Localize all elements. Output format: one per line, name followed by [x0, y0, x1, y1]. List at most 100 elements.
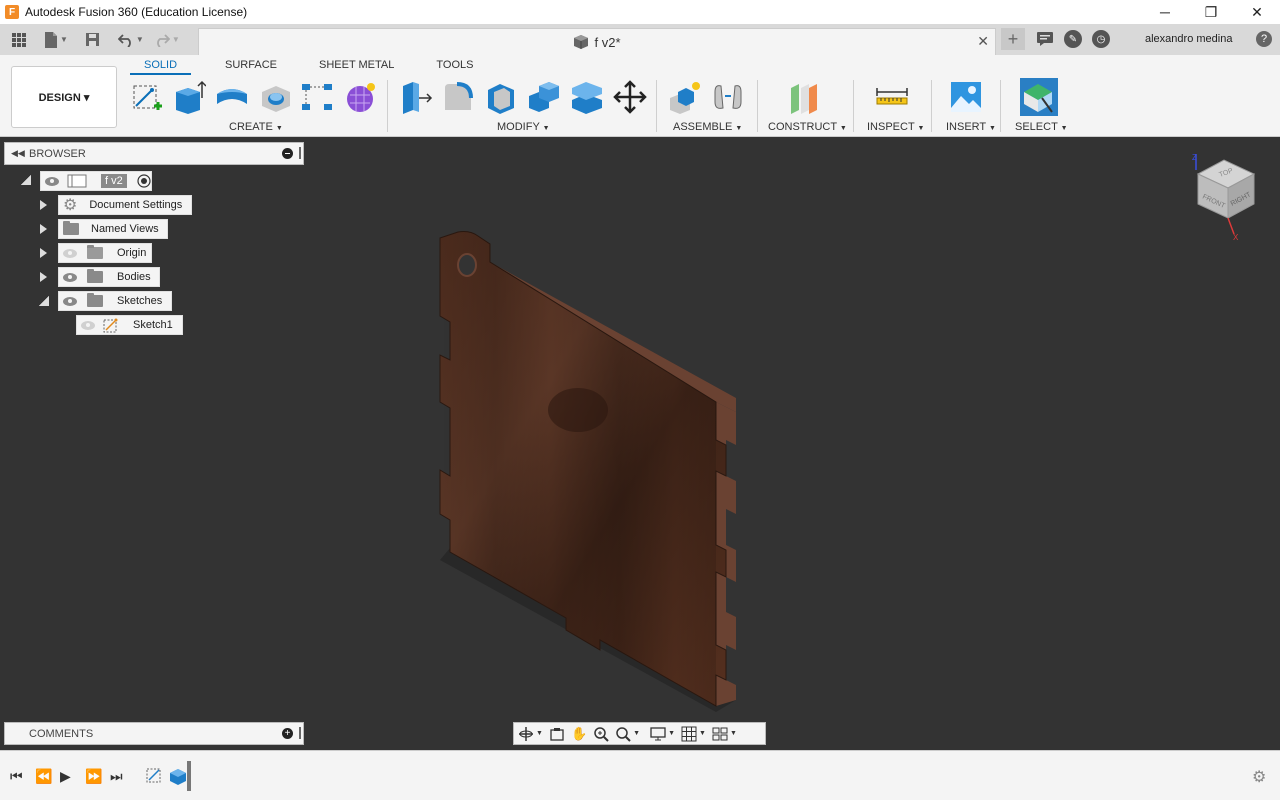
move-copy-icon[interactable] [613, 80, 647, 114]
help-icon[interactable]: ? [1256, 31, 1272, 47]
timeline-settings-gear-icon[interactable]: ⚙ [1252, 767, 1266, 787]
document-tab[interactable]: f v2* ✕ [198, 28, 996, 55]
extrude-icon[interactable] [172, 80, 206, 114]
visibility-eye-icon[interactable] [45, 176, 59, 186]
tree-item-sketches[interactable]: Sketches [58, 291, 172, 311]
orbit-button[interactable]: ▼ [518, 726, 543, 742]
offset-plane-icon[interactable] [787, 80, 821, 114]
pan-button[interactable]: ✋ [571, 726, 587, 742]
panel-pin-icon[interactable] [299, 727, 301, 739]
visibility-eye-icon[interactable] [63, 296, 77, 306]
create-menu[interactable]: CREATE ▼ [229, 121, 283, 133]
expand-toggle-document-settings[interactable] [40, 200, 47, 210]
shell-icon[interactable] [484, 80, 518, 114]
workspace-switcher-button[interactable]: DESIGN ▾ [11, 66, 117, 128]
3d-viewport[interactable]: Z TOP FRONT RIGHT X [0, 137, 1280, 750]
job-status-icon[interactable]: ✎ [1064, 30, 1082, 48]
gear-icon: ⚙ [63, 197, 78, 214]
expand-toggle-bodies[interactable] [40, 272, 47, 282]
tree-root-component[interactable]: f v2 [40, 171, 152, 191]
select-icon[interactable] [1020, 78, 1058, 116]
select-menu[interactable]: SELECT ▼ [1015, 121, 1068, 133]
grid-settings-button[interactable]: ▼ [681, 726, 706, 742]
fillet-icon[interactable] [441, 80, 475, 114]
tree-item-named-views[interactable]: Named Views [58, 219, 168, 239]
folder-icon [63, 221, 79, 235]
comments-panel-header[interactable]: COMMENTS + [4, 722, 304, 745]
viewports-button[interactable]: ▼ [712, 727, 737, 741]
modify-menu[interactable]: MODIFY ▼ [497, 121, 550, 133]
panel-pin-icon[interactable] [299, 147, 301, 159]
new-component-icon[interactable] [668, 80, 702, 114]
hole-icon[interactable] [258, 80, 292, 114]
offset-face-icon[interactable] [570, 80, 604, 114]
chevron-down-icon: ▼ [989, 125, 996, 132]
measure-icon[interactable] [875, 80, 909, 114]
close-tab-button[interactable]: ✕ [977, 33, 989, 50]
new-tab-button[interactable]: + [1001, 28, 1025, 50]
construct-menu[interactable]: CONSTRUCT ▼ [768, 121, 847, 133]
file-menu-button[interactable]: ▼ [44, 29, 68, 51]
pattern-icon[interactable] [300, 80, 334, 114]
model-view [439, 231, 736, 712]
revolve-icon[interactable] [215, 80, 249, 114]
save-button[interactable] [82, 29, 104, 51]
zoom-button[interactable] [593, 726, 609, 742]
tree-item-bodies[interactable]: Bodies [58, 267, 160, 287]
browser-panel-header[interactable]: ◀◀ BROWSER [4, 142, 304, 165]
data-panel-grid-icon[interactable] [8, 29, 30, 51]
tree-item-document-settings[interactable]: ⚙ Document Settings [58, 195, 192, 215]
press-pull-icon[interactable] [399, 80, 433, 114]
tab-sheet-metal[interactable]: SHEET METAL [305, 59, 408, 75]
expand-toggle-origin[interactable] [40, 248, 47, 258]
collapse-panel-icon[interactable]: ◀◀ [11, 148, 25, 159]
step-back-icon[interactable]: ⏪ [35, 768, 52, 785]
look-at-icon [550, 727, 564, 741]
redo-button[interactable]: ▼ [154, 29, 180, 51]
timeline-extrude-feature-icon[interactable] [168, 765, 188, 785]
skip-to-end-icon[interactable]: ⏭ [110, 768, 123, 785]
chevron-down-icon: ▼ [735, 125, 743, 132]
minimize-panel-icon[interactable] [282, 148, 293, 159]
tab-tools[interactable]: TOOLS [422, 59, 487, 75]
expand-toggle-root[interactable] [21, 175, 31, 185]
tab-surface[interactable]: SURFACE [211, 59, 291, 75]
create-sketch-icon[interactable] [130, 80, 164, 114]
maximize-button[interactable]: ❐ [1188, 0, 1234, 24]
add-comment-icon[interactable]: + [282, 728, 293, 739]
inspect-menu[interactable]: INSPECT ▼ [867, 121, 924, 133]
activate-radio-icon[interactable] [137, 174, 151, 188]
chevron-down-icon: ▼ [171, 35, 180, 44]
minimize-button[interactable]: ─ [1142, 0, 1188, 24]
visibility-eye-icon[interactable] [63, 272, 77, 282]
notifications-icon[interactable] [1036, 31, 1054, 47]
skip-to-start-icon[interactable]: ⏮ [10, 768, 23, 785]
create-form-icon[interactable] [344, 80, 378, 114]
tab-solid[interactable]: SOLID [130, 59, 192, 75]
insert-menu[interactable]: INSERT ▼ [946, 121, 996, 133]
tree-item-sketch1[interactable]: Sketch1 [76, 315, 183, 335]
viewcube[interactable]: Z TOP FRONT RIGHT X [1186, 152, 1266, 242]
timeline-marker[interactable] [187, 761, 191, 791]
assemble-menu[interactable]: ASSEMBLE ▼ [673, 121, 742, 133]
window-controls: ─ ❐ ✕ [1142, 0, 1280, 24]
timeline-sketch-feature-icon[interactable] [145, 766, 163, 784]
undo-button[interactable]: ▼ [117, 29, 144, 51]
clock-icon[interactable]: ◷ [1092, 30, 1110, 48]
fit-button[interactable]: ▼ [615, 726, 640, 742]
combine-icon[interactable] [527, 80, 561, 114]
visibility-eye-hidden-icon[interactable] [63, 248, 77, 258]
visibility-eye-hidden-icon[interactable] [81, 320, 95, 330]
step-forward-icon[interactable]: ⏩ [85, 768, 102, 785]
close-button[interactable]: ✕ [1234, 0, 1280, 24]
display-settings-button[interactable]: ▼ [650, 726, 675, 741]
tree-item-origin[interactable]: Origin [58, 243, 152, 263]
look-at-button[interactable] [549, 726, 565, 742]
expand-toggle-named-views[interactable] [40, 224, 47, 234]
user-account-name[interactable]: alexandro medina [1145, 33, 1232, 45]
insert-image-icon[interactable] [949, 80, 983, 114]
ribbon-divider [387, 80, 388, 132]
play-icon[interactable]: ▶ [60, 768, 71, 785]
expand-toggle-sketches[interactable] [39, 296, 49, 306]
joint-icon[interactable] [711, 80, 745, 114]
